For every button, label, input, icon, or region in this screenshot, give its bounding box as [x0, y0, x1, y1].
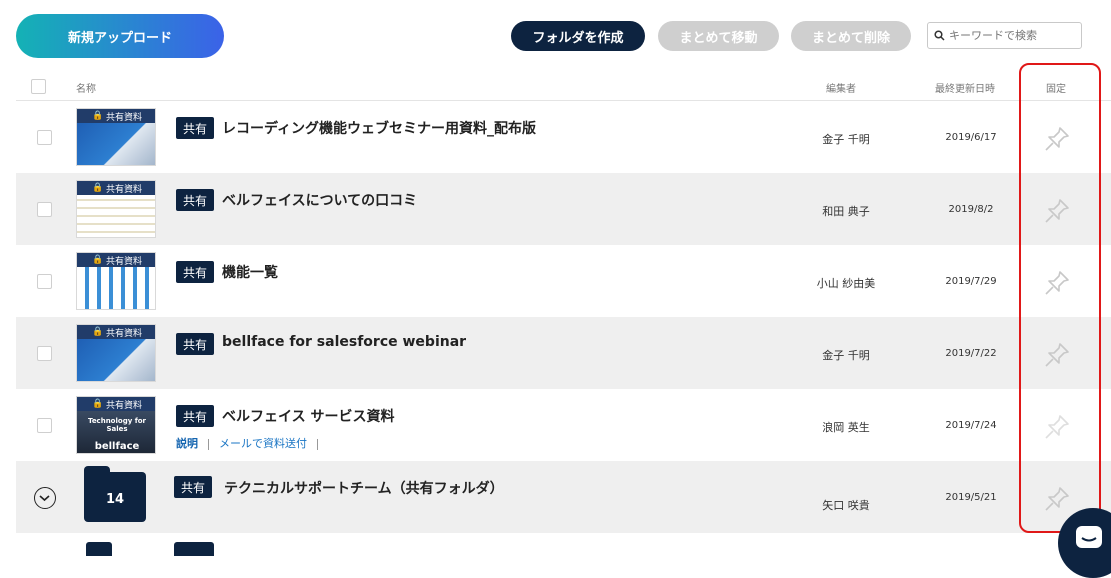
bellface-logo: bellface: [94, 441, 140, 452]
header-editor: 編集者: [826, 84, 856, 95]
editor-name: 和田 典子: [822, 205, 870, 218]
document-thumbnail[interactable]: 🔒 共有資料: [76, 252, 156, 310]
bulk-move-button[interactable]: まとめて移動: [658, 21, 779, 51]
expand-toggle[interactable]: [34, 487, 56, 509]
shared-badge: 共有: [176, 333, 215, 355]
editor-name: 浪岡 英生: [822, 421, 870, 434]
editor-name: 金子 千明: [822, 133, 870, 146]
table-row[interactable]: 🔒 共有資料 共有 レコーディング機能ウェブセミナー用資料_配布版 金子 千明 …: [16, 101, 1111, 173]
folder-title[interactable]: テクニカルサポートチーム（共有フォルダ）: [224, 478, 504, 498]
chevron-down-icon: [39, 495, 50, 502]
bulk-delete-button[interactable]: まとめて削除: [791, 21, 911, 51]
document-title[interactable]: 機能一覧: [222, 262, 278, 282]
row-checkbox[interactable]: [37, 346, 52, 361]
editor-name: 小山 紗由美: [816, 277, 876, 290]
shared-badge: 共有: [174, 476, 213, 498]
shared-badge: 共有: [176, 405, 215, 427]
new-upload-button[interactable]: 新規アップロード: [16, 14, 224, 58]
create-folder-button[interactable]: フォルダを作成: [511, 21, 645, 51]
updated-date: 2019/7/22: [945, 348, 997, 359]
table-header: 名称 編集者 最終更新日時 固定: [16, 72, 1111, 101]
select-all-checkbox[interactable]: [31, 79, 46, 94]
folder-icon[interactable]: 14: [84, 466, 146, 522]
toolbar: 新規アップロード フォルダを作成 まとめて移動 まとめて削除: [0, 0, 1111, 70]
editor-name: 金子 千明: [822, 349, 870, 362]
search-box[interactable]: [927, 22, 1082, 49]
updated-date: 2019/6/17: [945, 132, 997, 143]
updated-date: 2019/5/21: [945, 492, 997, 503]
send-mail-link[interactable]: メールで資料送付: [219, 437, 307, 450]
document-title[interactable]: ベルフェイスについての口コミ: [222, 190, 417, 210]
document-title[interactable]: レコーディング機能ウェブセミナー用資料_配布版: [222, 118, 536, 138]
shared-badge: 共有: [176, 261, 215, 283]
shared-badge: 共有: [176, 189, 215, 211]
shared-badge: 共有: [176, 117, 215, 139]
document-thumbnail[interactable]: 🔒 共有資料: [76, 180, 156, 238]
document-thumbnail[interactable]: 🔒 共有資料: [76, 324, 156, 382]
row-links: 説明 メールで資料送付: [176, 435, 328, 451]
lock-icon-label: 🔒 共有資料: [77, 397, 155, 411]
search-icon: [934, 30, 945, 41]
lock-icon-label: 🔒 共有資料: [77, 325, 155, 339]
folder-row[interactable]: 14 共有 テクニカルサポートチーム（共有フォルダ） 矢口 咲貴 2019/5/…: [16, 461, 1111, 533]
lock-icon-label: 🔒 共有資料: [77, 253, 155, 267]
updated-date: 2019/7/29: [945, 276, 997, 287]
header-name: 名称: [76, 84, 96, 95]
next-folder-icon-partial: [86, 542, 112, 556]
editor-name: 矢口 咲貴: [822, 499, 870, 512]
table-row[interactable]: 🔒 共有資料 共有 ベルフェイスについての口コミ 和田 典子 2019/8/2: [16, 173, 1111, 245]
lock-icon-label: 🔒 共有資料: [77, 109, 155, 123]
pin-column-highlight: [1019, 63, 1101, 533]
updated-date: 2019/8/2: [948, 204, 994, 215]
table-row[interactable]: 🔒 共有資料 Technology for Sales bellface 共有 …: [16, 389, 1111, 461]
document-title[interactable]: bellface for salesforce webinar: [222, 334, 466, 350]
document-thumbnail[interactable]: 🔒 共有資料 Technology for Sales bellface: [76, 396, 156, 454]
search-input[interactable]: [949, 29, 1079, 42]
next-badge-partial: [174, 542, 214, 556]
row-checkbox[interactable]: [37, 130, 52, 145]
row-checkbox[interactable]: [37, 274, 52, 289]
description-link[interactable]: 説明: [176, 437, 198, 450]
updated-date: 2019/7/24: [945, 420, 997, 431]
table-row[interactable]: 🔒 共有資料 共有 機能一覧 小山 紗由美 2019/7/29: [16, 245, 1111, 317]
thumbnail-caption: Technology for Sales: [87, 417, 147, 433]
document-thumbnail[interactable]: 🔒 共有資料: [76, 108, 156, 166]
table-row[interactable]: 🔒 共有資料 共有 bellface for salesforce webina…: [16, 317, 1111, 389]
lock-icon-label: 🔒 共有資料: [77, 181, 155, 195]
chat-icon: [1076, 526, 1102, 548]
row-checkbox[interactable]: [37, 202, 52, 217]
document-title[interactable]: ベルフェイス サービス資料: [222, 406, 394, 426]
header-updated: 最終更新日時: [935, 84, 995, 95]
folder-count: 14: [105, 492, 125, 507]
row-checkbox[interactable]: [37, 418, 52, 433]
